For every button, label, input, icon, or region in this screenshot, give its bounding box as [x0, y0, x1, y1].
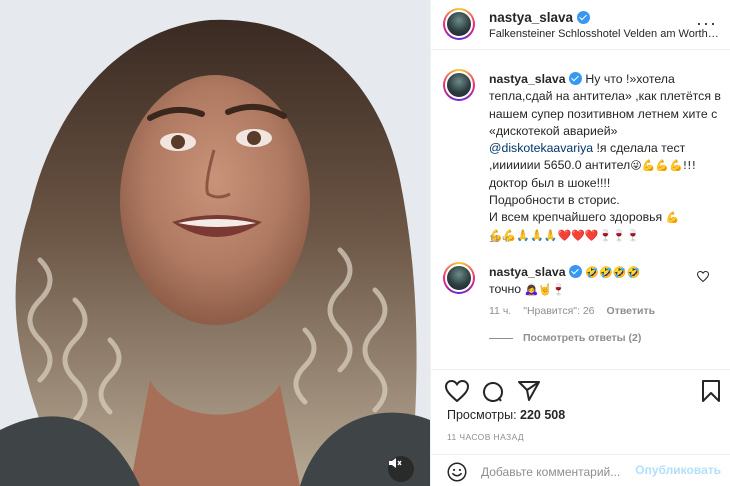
- video-frame: [0, 0, 430, 486]
- verified-icon: [569, 72, 582, 85]
- replies-divider: [489, 337, 513, 339]
- view-replies-label: Посмотреть ответы (2): [523, 332, 642, 344]
- author-username-row: nastya_slava: [489, 10, 591, 25]
- post-panel: nastya_slava Falkensteiner Schlosshotel …: [430, 0, 730, 486]
- caption-emoji-3: 💪💪🙏🙏🙏❤️❤️❤️🍷🍷🍷: [489, 228, 640, 242]
- comment-username[interactable]: nastya_slava: [489, 265, 566, 279]
- view-count[interactable]: Просмотры: 220 508: [447, 408, 565, 422]
- post-location[interactable]: Falkensteiner Schlosshotel Velden am Wor…: [489, 28, 721, 40]
- like-comment-heart-icon[interactable]: [697, 271, 709, 282]
- comment-icon[interactable]: [481, 380, 505, 404]
- bookmark-icon[interactable]: [701, 380, 721, 402]
- mute-button[interactable]: [388, 456, 414, 482]
- publish-button[interactable]: Опубликовать: [635, 463, 721, 477]
- ellipsis-icon[interactable]: ···: [696, 14, 717, 32]
- caption-avatar[interactable]: [443, 69, 475, 101]
- views-label: Просмотры:: [447, 408, 517, 422]
- speaker-muted-icon: [389, 458, 402, 468]
- comment-meta: 11 ч. "Нравится": 26 Ответить: [489, 305, 655, 317]
- author-avatar[interactable]: [443, 8, 475, 40]
- author-username[interactable]: nastya_slava: [489, 10, 573, 25]
- post-caption: nastya_slava Ну что !»хотела тепла,сдай …: [489, 71, 721, 244]
- post-media[interactable]: [0, 0, 430, 486]
- comment-text: точно: [489, 282, 522, 297]
- caption-emoji-1: 😜💪💪💪!!!: [630, 159, 696, 173]
- comment-input[interactable]: [481, 461, 641, 483]
- comment-time[interactable]: 11 ч.: [489, 305, 511, 317]
- caption-text-4: Подробности в сторис.: [489, 193, 620, 208]
- views-value: 220 508: [520, 408, 566, 422]
- verified-icon: [569, 265, 582, 278]
- caption-emoji-2: 💪: [665, 211, 680, 225]
- comment-text-emoji: 🙇‍♀️🤘🍷: [524, 283, 566, 297]
- caption-mention[interactable]: @diskotekaavariya: [489, 141, 593, 155]
- comment-item: nastya_slava 🤣🤣🤣🤣 точно 🙇‍♀️🤘🍷: [489, 264, 699, 299]
- post-timestamp[interactable]: 11 ЧАСОВ НАЗАД: [447, 432, 524, 442]
- caption-time[interactable]: 11 ч.: [489, 234, 510, 245]
- post-header: nastya_slava Falkensteiner Schlosshotel …: [431, 0, 730, 50]
- reply-button[interactable]: Ответить: [607, 305, 656, 317]
- comment-likes[interactable]: "Нравится": 26: [523, 305, 594, 317]
- add-comment-bar: Опубликовать: [431, 454, 730, 486]
- emoji-icon[interactable]: [447, 462, 467, 482]
- caption-username[interactable]: nastya_slava: [489, 72, 566, 86]
- heart-icon[interactable]: [445, 380, 469, 402]
- verified-icon: [577, 11, 591, 24]
- comment-emoji: 🤣🤣🤣🤣: [585, 266, 641, 279]
- caption-text-3: доктор был в шоке!!!!: [489, 175, 611, 190]
- post-actions: Просмотры: 220 508 11 ЧАСОВ НАЗАД Опубли…: [431, 369, 730, 486]
- comment-avatar[interactable]: [443, 262, 475, 294]
- share-icon[interactable]: [517, 380, 541, 402]
- comments-list[interactable]: nastya_slava Ну что !»хотела тепла,сдай …: [431, 51, 730, 369]
- caption-text-5: И всем крепчайшего здоровья: [489, 210, 663, 225]
- view-replies-button[interactable]: Посмотреть ответы (2): [489, 332, 641, 344]
